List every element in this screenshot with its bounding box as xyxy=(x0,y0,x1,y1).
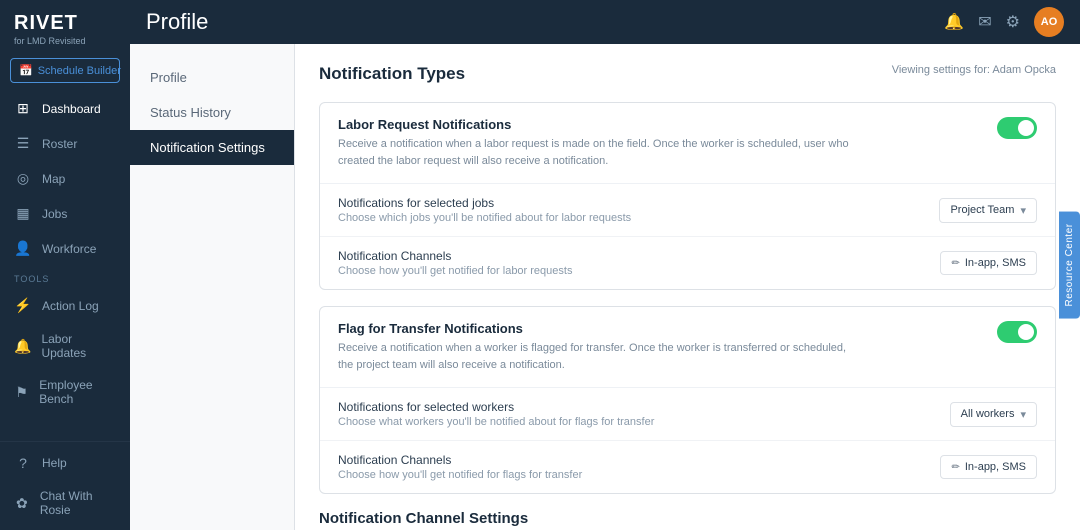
labor-request-card: Labor Request Notifications Receive a no… xyxy=(319,102,1056,290)
sidebar: RIVET for LMD Revisited 📅 Schedule Build… xyxy=(0,0,130,530)
tools-section-label: TOOLS xyxy=(0,266,130,288)
labor-request-jobs-label: Notifications for selected jobs xyxy=(338,196,631,210)
sidebar-item-label: Help xyxy=(42,456,67,470)
labor-request-channel-tag[interactable]: ✏ In-app, SMS xyxy=(940,251,1037,275)
sidebar-item-chat-rosie[interactable]: ✿ Chat With Rosie xyxy=(0,480,130,526)
labor-request-header: Labor Request Notifications Receive a no… xyxy=(320,103,1055,184)
flag-transfer-desc: Receive a notification when a worker is … xyxy=(338,340,858,373)
sidebar-item-label: Jobs xyxy=(42,207,67,221)
sidebar-item-help[interactable]: ? Help xyxy=(0,446,130,480)
labor-request-jobs-row: Notifications for selected jobs Choose w… xyxy=(320,184,1055,237)
sidebar-item-label: Map xyxy=(42,172,65,186)
map-icon: ◎ xyxy=(14,170,32,187)
resource-center-button[interactable]: Resource Center xyxy=(1059,211,1080,318)
labor-request-channels-row: Notification Channels Choose how you'll … xyxy=(320,237,1055,289)
jobs-icon: ▦ xyxy=(14,205,32,222)
app-name: RIVET xyxy=(14,12,116,35)
left-panel: Profile Status History Notification Sett… xyxy=(130,44,295,530)
sidebar-bottom: ? Help ✿ Chat With Rosie xyxy=(0,441,130,530)
flag-transfer-workers-sublabel: Choose what workers you'll be notified a… xyxy=(338,416,654,428)
pencil-icon: ✏ xyxy=(951,462,959,473)
flag-transfer-workers-label: Notifications for selected workers xyxy=(338,400,654,414)
sidebar-item-employee-bench[interactable]: ⚑ Employee Bench xyxy=(0,369,130,415)
sidebar-item-label: Employee Bench xyxy=(39,378,116,406)
notification-types-title: Notification Types xyxy=(319,64,465,84)
flag-transfer-workers-row: Notifications for selected workers Choos… xyxy=(320,388,1055,441)
channel-settings-title: Notification Channel Settings xyxy=(319,510,1056,527)
labor-request-channels-label: Notification Channels xyxy=(338,249,572,263)
chat-icon: ✿ xyxy=(14,495,30,512)
project-team-dropdown[interactable]: Project Team ▾ xyxy=(939,198,1037,223)
avatar[interactable]: AO xyxy=(1034,7,1064,37)
labor-request-toggle[interactable] xyxy=(997,117,1037,139)
sidebar-item-labor-updates[interactable]: 🔔 Labor Updates xyxy=(0,323,130,369)
app-logo: RIVET for LMD Revisited xyxy=(0,0,130,50)
chevron-down-icon: ▾ xyxy=(1020,408,1026,421)
chevron-down-icon: ▾ xyxy=(1020,204,1026,217)
dashboard-icon: ⊞ xyxy=(14,100,32,117)
flag-transfer-channels-sublabel: Choose how you'll get notified for flags… xyxy=(338,469,582,481)
workforce-icon: 👤 xyxy=(14,240,32,257)
labor-updates-icon: 🔔 xyxy=(14,338,31,355)
flag-transfer-channels-row: Notification Channels Choose how you'll … xyxy=(320,441,1055,493)
flag-transfer-channel-tag[interactable]: ✏ In-app, SMS xyxy=(940,455,1037,479)
sidebar-item-action-log[interactable]: ⚡ Action Log xyxy=(0,288,130,323)
sidebar-item-label: Action Log xyxy=(42,299,99,313)
sidebar-item-label: Workforce xyxy=(42,242,96,256)
labor-request-desc: Receive a notification when a labor requ… xyxy=(338,136,858,169)
left-panel-item-status-history[interactable]: Status History xyxy=(130,95,294,130)
roster-icon: ☰ xyxy=(14,135,32,152)
help-icon: ? xyxy=(14,455,32,471)
flag-transfer-header: Flag for Transfer Notifications Receive … xyxy=(320,307,1055,388)
schedule-builder-button[interactable]: 📅 Schedule Builder xyxy=(10,58,120,83)
topbar-icons: 🔔 ✉ ⚙ AO xyxy=(944,7,1064,37)
pencil-icon: ✏ xyxy=(951,258,959,269)
sidebar-item-roster[interactable]: ☰ Roster xyxy=(0,126,130,161)
mail-icon[interactable]: ✉ xyxy=(978,12,991,32)
labor-request-header-text: Labor Request Notifications Receive a no… xyxy=(338,117,858,169)
flag-transfer-header-text: Flag for Transfer Notifications Receive … xyxy=(338,321,858,373)
nav-section: ⊞ Dashboard ☰ Roster ◎ Map ▦ Jobs 👤 Work… xyxy=(0,91,130,441)
sidebar-item-label: Labor Updates xyxy=(41,332,116,360)
sidebar-item-map[interactable]: ◎ Map xyxy=(0,161,130,196)
channel-settings-section: Notification Channel Settings Email Noti… xyxy=(319,510,1056,530)
main-wrapper: Profile Status History Notification Sett… xyxy=(130,44,1080,530)
flag-transfer-card: Flag for Transfer Notifications Receive … xyxy=(319,306,1056,494)
labor-request-title: Labor Request Notifications xyxy=(338,117,858,132)
notification-icon[interactable]: 🔔 xyxy=(944,12,964,32)
flag-transfer-toggle[interactable] xyxy=(997,321,1037,343)
labor-request-channels-sublabel: Choose how you'll get notified for labor… xyxy=(338,265,572,277)
sidebar-item-dashboard[interactable]: ⊞ Dashboard xyxy=(0,91,130,126)
all-workers-dropdown[interactable]: All workers ▾ xyxy=(950,402,1037,427)
sidebar-item-workforce[interactable]: 👤 Workforce xyxy=(0,231,130,266)
sidebar-item-jobs[interactable]: ▦ Jobs xyxy=(0,196,130,231)
settings-header: Notification Types Viewing settings for:… xyxy=(319,64,1056,84)
calendar-icon: 📅 xyxy=(19,64,33,77)
sidebar-item-label: Dashboard xyxy=(42,102,101,116)
flag-transfer-title: Flag for Transfer Notifications xyxy=(338,321,858,336)
viewing-settings-label: Viewing settings for: Adam Opcka xyxy=(892,64,1056,76)
sidebar-item-label: Chat With Rosie xyxy=(40,489,116,517)
topbar: Profile 🔔 ✉ ⚙ AO xyxy=(130,0,1080,44)
employee-bench-icon: ⚑ xyxy=(14,384,29,401)
flag-transfer-channels-label: Notification Channels xyxy=(338,453,582,467)
app-subtitle: for LMD Revisited xyxy=(14,36,116,46)
left-panel-item-notification-settings[interactable]: Notification Settings xyxy=(130,130,294,165)
left-panel-item-profile[interactable]: Profile xyxy=(130,60,294,95)
settings-icon[interactable]: ⚙ xyxy=(1006,12,1020,32)
sidebar-item-label: Roster xyxy=(42,137,77,151)
page-title: Profile xyxy=(146,9,944,35)
labor-request-jobs-sublabel: Choose which jobs you'll be notified abo… xyxy=(338,212,631,224)
action-log-icon: ⚡ xyxy=(14,297,32,314)
content-area: Notification Types Viewing settings for:… xyxy=(295,44,1080,530)
